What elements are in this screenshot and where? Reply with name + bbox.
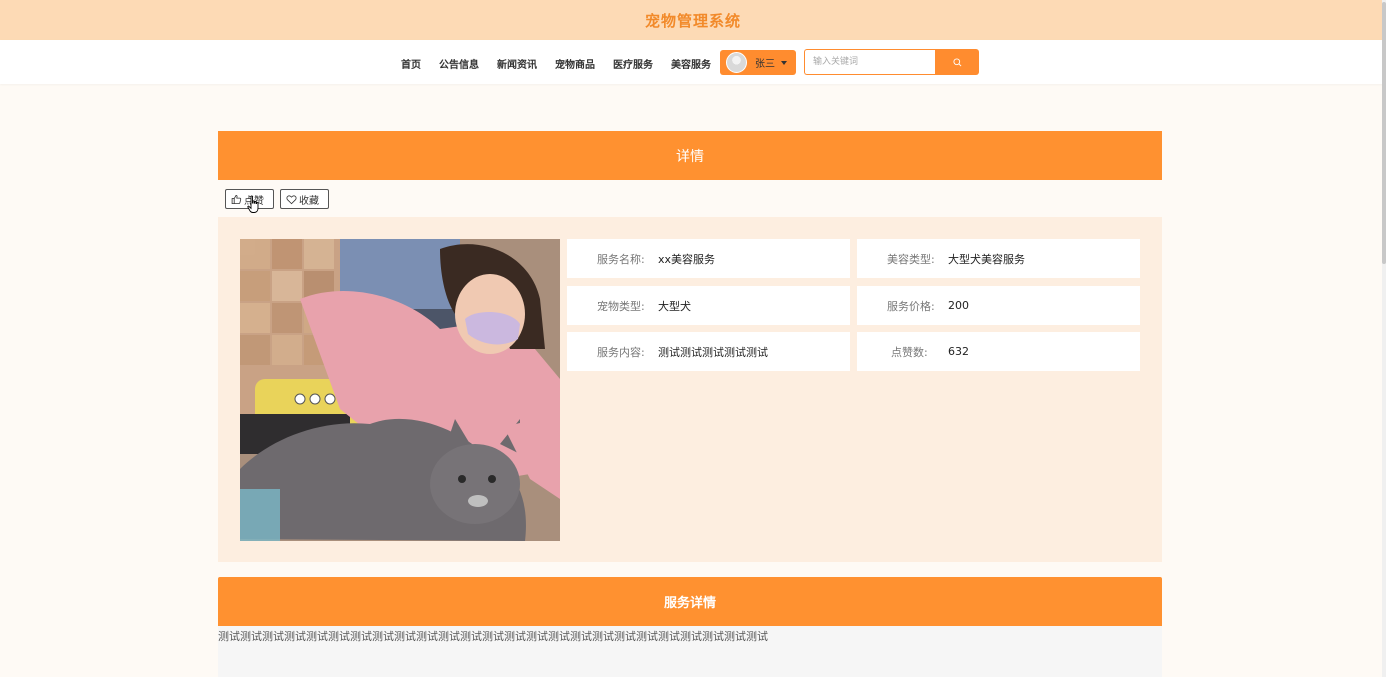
- chevron-down-icon: [781, 60, 787, 65]
- info-card-pet-type: 宠物类型: 大型犬: [567, 286, 850, 325]
- service-detail-title: 服务详情: [663, 596, 716, 611]
- service-detail-text: 测试测试测试测试测试测试测试测试测试测试测试测试测试测试测试测试测试测试测试测试…: [218, 630, 768, 643]
- likes-value: 632: [948, 345, 969, 358]
- content-value: 测试测试测试测试测试: [658, 345, 768, 359]
- info-card-content: 服务内容: 测试测试测试测试测试: [567, 332, 850, 371]
- avatar: [726, 52, 747, 73]
- pet-type-label: 宠物类型:: [597, 299, 645, 313]
- price-value: 200: [948, 299, 969, 312]
- nav-item-grooming[interactable]: 美容服务: [671, 56, 711, 71]
- hand-pointer-icon: [247, 195, 259, 213]
- info-card-service-name: 服务名称: xx美容服务: [567, 239, 850, 278]
- nav-item-medical[interactable]: 医疗服务: [613, 56, 653, 71]
- thumbs-up-icon: [231, 194, 242, 204]
- favorite-button[interactable]: 收藏: [280, 189, 329, 209]
- search-icon: [952, 57, 961, 66]
- pet-type-value: 大型犬: [658, 299, 691, 313]
- nav-item-news[interactable]: 新闻资讯: [497, 56, 537, 71]
- service-name-value: xx美容服务: [658, 252, 716, 266]
- info-card-likes: 点赞数: 632: [857, 332, 1140, 371]
- favorite-label: 收藏: [299, 195, 319, 207]
- nav-item-home[interactable]: 首页: [401, 56, 421, 71]
- service-photo: [240, 239, 560, 541]
- top-banner: 宠物管理系统: [0, 0, 1386, 40]
- info-card-grooming-type: 美容类型: 大型犬美容服务: [857, 239, 1140, 278]
- search-input[interactable]: [804, 49, 936, 75]
- nav-item-announcements[interactable]: 公告信息: [439, 56, 479, 71]
- scrollbar-thumb[interactable]: [1382, 2, 1386, 264]
- site-title: 宠物管理系统: [644, 11, 741, 30]
- heart-icon: [286, 194, 297, 204]
- detail-header-title: 详情: [676, 148, 704, 165]
- detail-header: 详情: [218, 131, 1162, 180]
- page-scrollbar[interactable]: [1382, 0, 1386, 677]
- nav-item-pet-products[interactable]: 宠物商品: [555, 56, 595, 71]
- content-label: 服务内容:: [597, 345, 645, 359]
- service-detail-header: 服务详情: [218, 577, 1162, 626]
- grooming-type-label: 美容类型:: [887, 252, 935, 266]
- user-name: 张三: [755, 59, 775, 70]
- info-card-price: 服务价格: 200: [857, 286, 1140, 325]
- user-menu-button[interactable]: 张三: [720, 50, 796, 75]
- search-button[interactable]: [935, 49, 979, 75]
- service-name-label: 服务名称:: [597, 252, 645, 266]
- grooming-type-value: 大型犬美容服务: [948, 252, 1025, 266]
- likes-label: 点赞数:: [891, 345, 928, 359]
- price-label: 服务价格:: [887, 299, 935, 313]
